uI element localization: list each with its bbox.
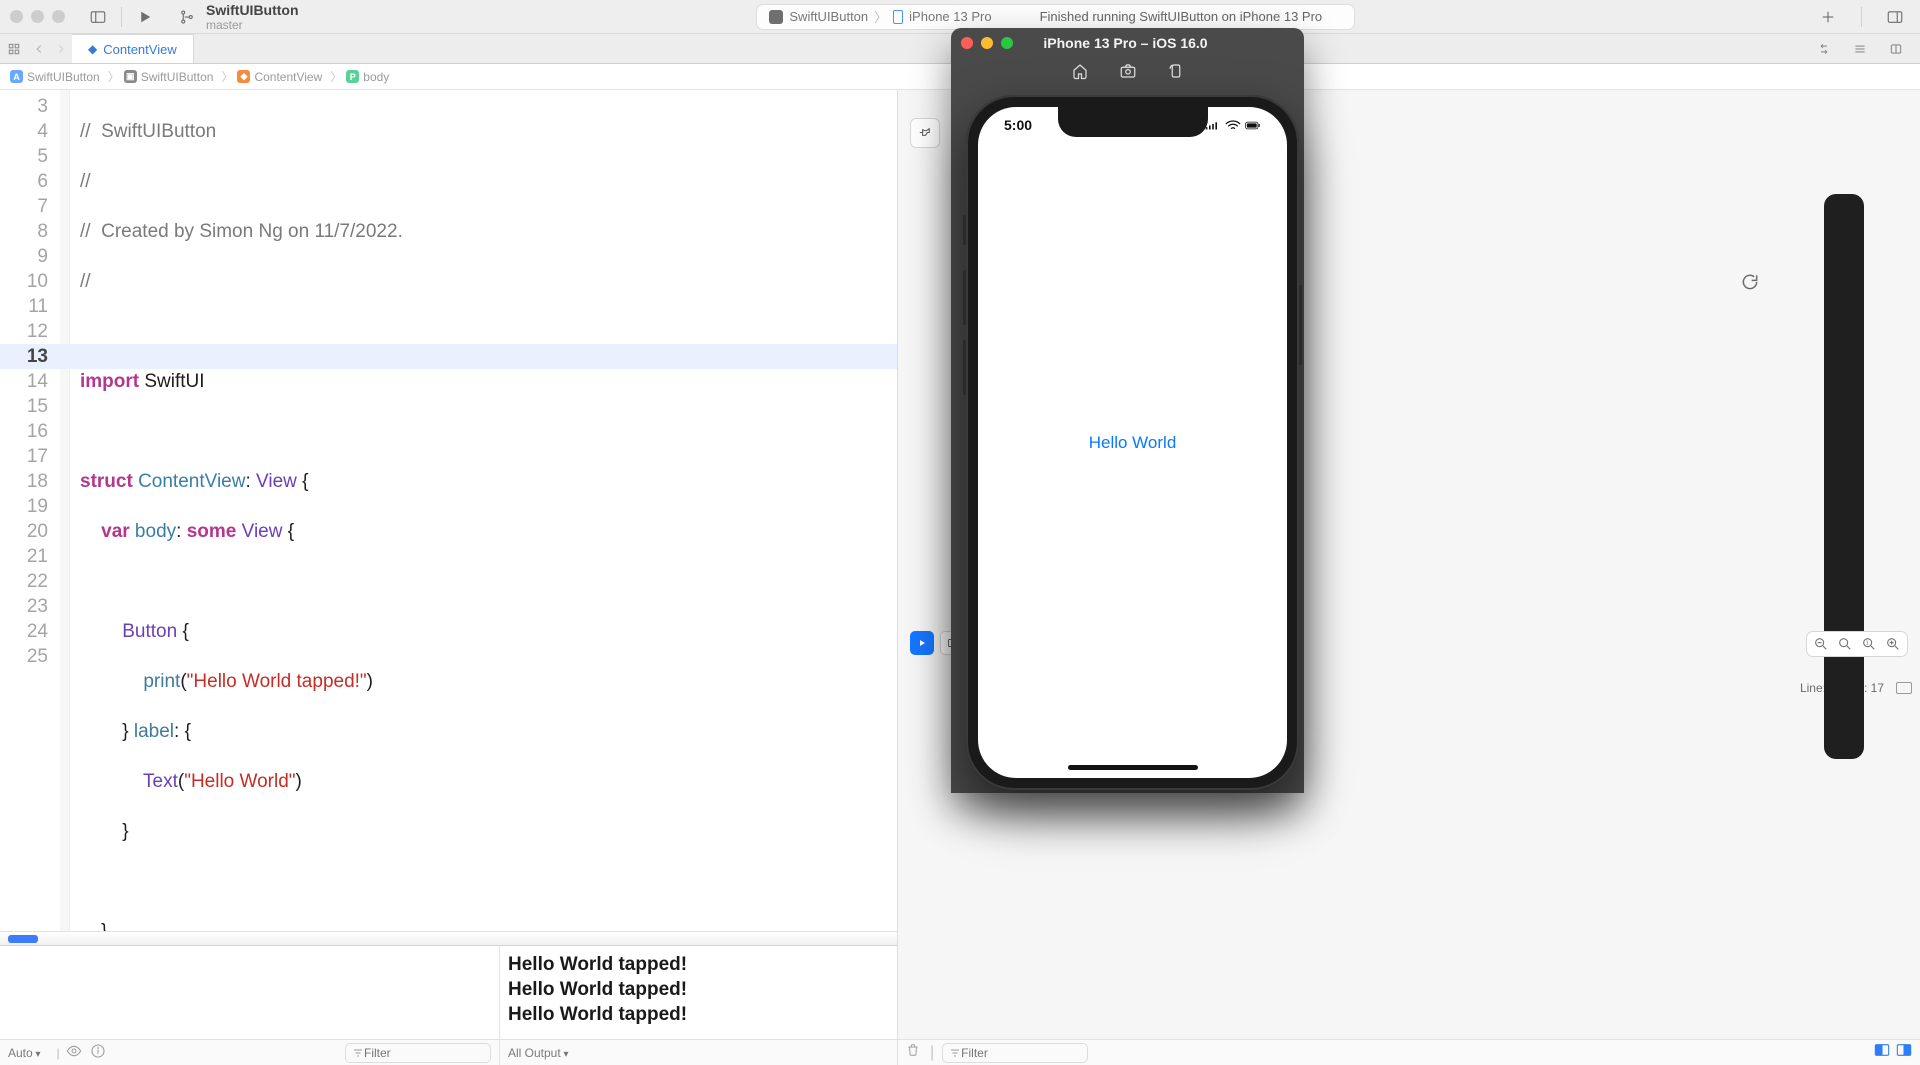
zoom-fit-icon[interactable]: [1837, 636, 1853, 652]
code-text[interactable]: // SwiftUIButton // // Created by Simon …: [70, 90, 897, 931]
toolbar-separator: [1861, 7, 1862, 27]
related-items-icon[interactable]: [0, 34, 28, 63]
volume-up-icon: [963, 270, 966, 325]
svg-text:1: 1: [1866, 641, 1869, 647]
sim-zoom-icon[interactable]: [1001, 37, 1013, 49]
debug-area-drag-handle[interactable]: [0, 931, 897, 945]
editor-options-icon[interactable]: [1846, 42, 1874, 56]
sim-minimize-icon[interactable]: [981, 37, 993, 49]
simulator-titlebar[interactable]: iPhone 13 Pro – iOS 16.0: [951, 28, 1304, 58]
branch-name: master: [206, 18, 299, 32]
canvas-pin-icon[interactable]: [910, 118, 940, 148]
tab-contentview[interactable]: ◆ ContentView: [72, 34, 194, 63]
toggle-navigator-icon[interactable]: [87, 6, 109, 28]
chevron-right-icon: 〉: [108, 68, 120, 85]
chevron-right-icon: 〉: [330, 68, 342, 85]
volume-down-icon: [963, 340, 966, 395]
variables-filter[interactable]: [345, 1043, 491, 1063]
zoom-in-icon[interactable]: [1885, 636, 1901, 652]
home-indicator-icon[interactable]: [1068, 765, 1198, 770]
scheme-device-name: iPhone 13 Pro: [909, 9, 991, 24]
swift-file-icon: ◆: [88, 42, 97, 56]
toggle-right-debug-icon[interactable]: [1896, 1043, 1912, 1062]
fold-ribbon[interactable]: [60, 90, 70, 931]
chevron-right-icon: 〉: [874, 7, 887, 26]
quicklook-icon[interactable]: [66, 1043, 82, 1062]
side-button-icon: [1299, 285, 1302, 365]
line-number-gutter: 3 4 5 6 7 8 9 10 11 12 13 14 15 16 17 18…: [0, 90, 60, 931]
jumpbar-folder: SwiftUIButton: [141, 70, 214, 84]
project-icon: A: [10, 70, 23, 83]
zoom-actual-icon[interactable]: 1: [1861, 636, 1877, 652]
console-output: Hello World tapped! Hello World tapped! …: [500, 946, 897, 1033]
hello-world-button[interactable]: Hello World: [1089, 433, 1177, 453]
zoom-out-icon[interactable]: [1813, 636, 1829, 652]
window-close-icon[interactable]: [10, 10, 23, 23]
jumpbar-symbol: body: [363, 70, 389, 84]
mute-switch-icon: [963, 215, 966, 245]
info-icon[interactable]: [90, 1043, 106, 1062]
canvas-bottom-bar: |: [898, 1039, 1920, 1065]
tab-label: ContentView: [103, 42, 176, 57]
add-editor-icon[interactable]: [1882, 42, 1910, 56]
jumpbar-app: SwiftUIButton: [27, 70, 100, 84]
build-status-text: Finished running SwiftUIButton on iPhone…: [1040, 9, 1323, 24]
simulator-title: iPhone 13 Pro – iOS 16.0: [1013, 35, 1238, 51]
minimap-toggle-icon[interactable]: [1896, 682, 1912, 694]
canvas-filter-input[interactable]: [961, 1046, 1081, 1060]
scheme-destination-pill[interactable]: SwiftUIButton 〉 iPhone 13 Pro Finished r…: [756, 4, 1355, 30]
trash-icon[interactable]: [906, 1043, 920, 1062]
variables-view[interactable]: Auto |: [0, 946, 500, 1065]
library-icon[interactable]: [1884, 6, 1906, 28]
nav-forward-icon[interactable]: [50, 34, 72, 63]
preview-device-frame: [1824, 194, 1864, 759]
app-icon: [769, 10, 783, 24]
jumpbar-file: ContentView: [254, 70, 322, 84]
folder-icon: ▣: [124, 70, 137, 83]
swift-file-icon: ◆: [237, 70, 250, 83]
sim-screenshot-icon[interactable]: [1119, 62, 1137, 85]
device-screen[interactable]: 5:00 Hello World: [978, 107, 1287, 778]
live-preview-icon[interactable]: [910, 631, 934, 655]
preview-refresh-icon[interactable]: [1736, 268, 1764, 296]
scheme-project-block[interactable]: SwiftUIButton master: [172, 2, 299, 32]
phone-device-icon: [893, 10, 903, 24]
output-selector[interactable]: All Output: [508, 1046, 569, 1060]
canvas-filter[interactable]: [942, 1043, 1088, 1063]
editor-swap-icon[interactable]: [1810, 42, 1838, 56]
canvas-zoom-controls: 1: [1806, 631, 1908, 657]
nav-back-icon[interactable]: [28, 34, 50, 63]
add-tab-icon[interactable]: [1817, 6, 1839, 28]
chevron-right-icon: 〉: [221, 68, 233, 85]
branch-icon: [176, 6, 198, 28]
drag-handle-icon: [8, 935, 38, 943]
project-name: SwiftUIButton: [206, 2, 299, 18]
window-traffic-lights: [10, 10, 65, 23]
debug-area: Auto | Hello World tapped!: [0, 945, 897, 1065]
sim-home-icon[interactable]: [1071, 62, 1089, 85]
run-button-icon[interactable]: [134, 6, 156, 28]
window-minimize-icon[interactable]: [31, 10, 44, 23]
debug-mode-selector[interactable]: Auto: [8, 1046, 41, 1060]
window-zoom-icon[interactable]: [52, 10, 65, 23]
variables-filter-input[interactable]: [364, 1046, 484, 1060]
scheme-app-name: SwiftUIButton: [789, 9, 868, 24]
property-icon: P: [346, 70, 359, 83]
simulator-device[interactable]: 5:00 Hello World: [966, 95, 1299, 790]
simulator-toolbar: [951, 58, 1304, 88]
toolbar-separator: [121, 7, 122, 27]
sim-rotate-icon[interactable]: [1167, 62, 1185, 85]
source-editor[interactable]: 3 4 5 6 7 8 9 10 11 12 13 14 15 16 17 18…: [0, 90, 897, 931]
console-view[interactable]: Hello World tapped! Hello World tapped! …: [500, 946, 897, 1065]
sim-close-icon[interactable]: [961, 37, 973, 49]
toggle-left-debug-icon[interactable]: [1874, 1043, 1890, 1062]
